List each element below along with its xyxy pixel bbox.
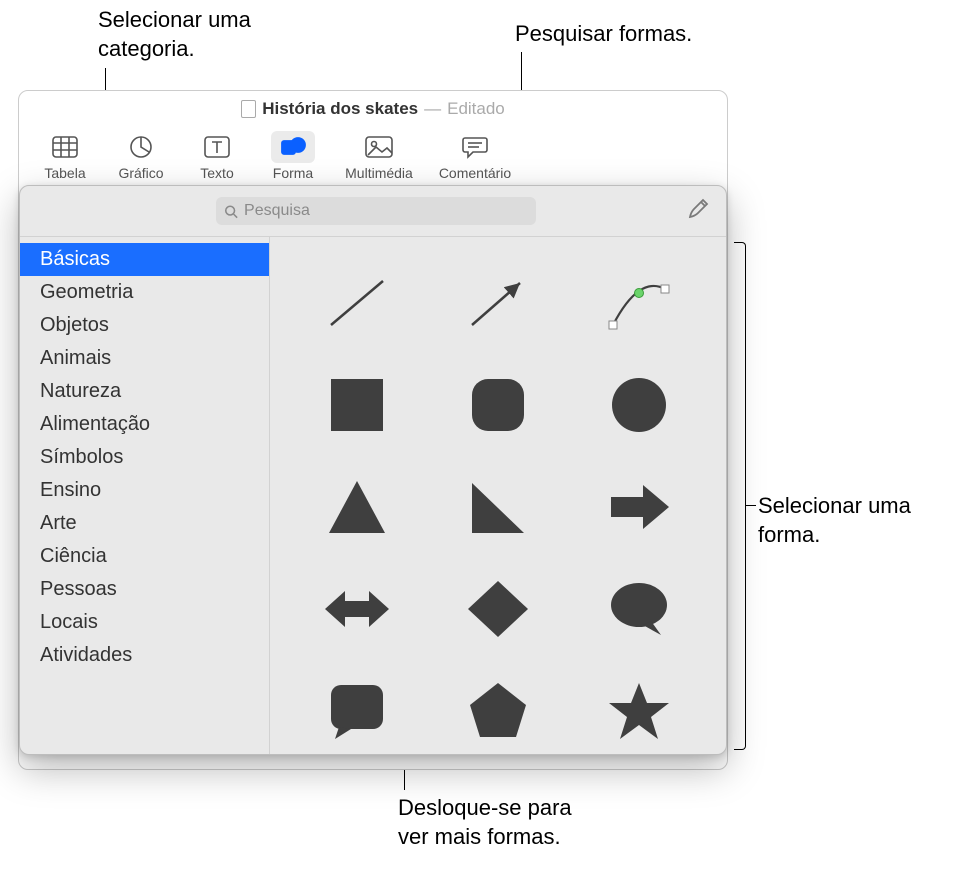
- toolbar-label: Comentário: [439, 165, 511, 181]
- sidebar-item-pessoas[interactable]: Pessoas: [20, 573, 269, 606]
- callout-bracket: [734, 242, 746, 750]
- sidebar-item-objetos[interactable]: Objetos: [20, 309, 269, 342]
- shape-right-triangle[interactable]: [450, 466, 546, 548]
- shape-circle[interactable]: [591, 364, 687, 446]
- search-icon: [224, 204, 238, 219]
- sidebar-item-ensino[interactable]: Ensino: [20, 474, 269, 507]
- sidebar-item-geometria[interactable]: Geometria: [20, 276, 269, 309]
- shape-double-arrow[interactable]: [309, 568, 405, 650]
- search-field[interactable]: [216, 197, 536, 225]
- toolbar-label: Gráfico: [118, 165, 163, 181]
- titlebar: História dos skates — Editado: [19, 91, 727, 127]
- sidebar-item-alimentação[interactable]: Alimentação: [20, 408, 269, 441]
- toolbar-label: Forma: [273, 165, 313, 181]
- shape-rounded-square[interactable]: [450, 364, 546, 446]
- popover-body: BásicasGeometriaObjetosAnimaisNaturezaAl…: [20, 236, 726, 754]
- shape-pentagon[interactable]: [450, 670, 546, 752]
- category-sidebar[interactable]: BásicasGeometriaObjetosAnimaisNaturezaAl…: [20, 237, 270, 754]
- shape-diamond[interactable]: [450, 568, 546, 650]
- sidebar-item-básicas[interactable]: Básicas: [20, 243, 269, 276]
- callout-scroll: Desloque-se para ver mais formas.: [398, 794, 572, 851]
- toolbar-chart[interactable]: Gráfico: [103, 131, 179, 187]
- callout-line: [746, 505, 756, 506]
- toolbar-label: Multimédia: [345, 165, 413, 181]
- shape-icon: [271, 131, 315, 163]
- app-window: História dos skates — Editado Tabela: [18, 90, 728, 770]
- toolbar-text[interactable]: Texto: [179, 131, 255, 187]
- sidebar-item-arte[interactable]: Arte: [20, 507, 269, 540]
- table-icon: [43, 131, 87, 163]
- callout-shape: Selecionar uma forma.: [758, 492, 911, 549]
- document-status-sep: —: [424, 99, 441, 119]
- toolbar-media[interactable]: Multimédia: [331, 131, 427, 187]
- comment-icon: [453, 131, 497, 163]
- sidebar-item-atividades[interactable]: Atividades: [20, 639, 269, 672]
- sidebar-item-animais[interactable]: Animais: [20, 342, 269, 375]
- toolbar-shape[interactable]: Forma: [255, 131, 331, 187]
- sidebar-item-natureza[interactable]: Natureza: [20, 375, 269, 408]
- toolbar-table[interactable]: Tabela: [27, 131, 103, 187]
- sidebar-item-ciência[interactable]: Ciência: [20, 540, 269, 573]
- shape-triangle[interactable]: [309, 466, 405, 548]
- media-icon: [357, 131, 401, 163]
- draw-shape-button[interactable]: [686, 197, 710, 226]
- sidebar-item-símbolos[interactable]: Símbolos: [20, 441, 269, 474]
- shapes-popover: BásicasGeometriaObjetosAnimaisNaturezaAl…: [19, 185, 727, 755]
- sidebar-item-locais[interactable]: Locais: [20, 606, 269, 639]
- toolbar: Tabela Gráfico Texto: [19, 127, 727, 187]
- text-icon: [195, 131, 239, 163]
- document-icon: [241, 100, 256, 118]
- chart-icon: [119, 131, 163, 163]
- callout-search: Pesquisar formas.: [515, 20, 692, 49]
- toolbar-label: Tabela: [44, 165, 85, 181]
- shape-star[interactable]: [591, 670, 687, 752]
- document-status: Editado: [447, 99, 505, 119]
- search-input[interactable]: [244, 202, 528, 220]
- callout-category: Selecionar uma categoria.: [98, 6, 251, 63]
- shape-square[interactable]: [309, 364, 405, 446]
- document-title: História dos skates: [262, 99, 418, 119]
- shape-arrow-line[interactable]: [450, 262, 546, 344]
- shape-line[interactable]: [309, 262, 405, 344]
- popover-header: [20, 186, 726, 236]
- shape-curve[interactable]: [591, 262, 687, 344]
- shape-callout-square[interactable]: [309, 670, 405, 752]
- toolbar-label: Texto: [200, 165, 233, 181]
- shape-grid[interactable]: [270, 237, 726, 754]
- shape-speech-bubble[interactable]: [591, 568, 687, 650]
- toolbar-comment[interactable]: Comentário: [427, 131, 523, 187]
- shape-arrow-right[interactable]: [591, 466, 687, 548]
